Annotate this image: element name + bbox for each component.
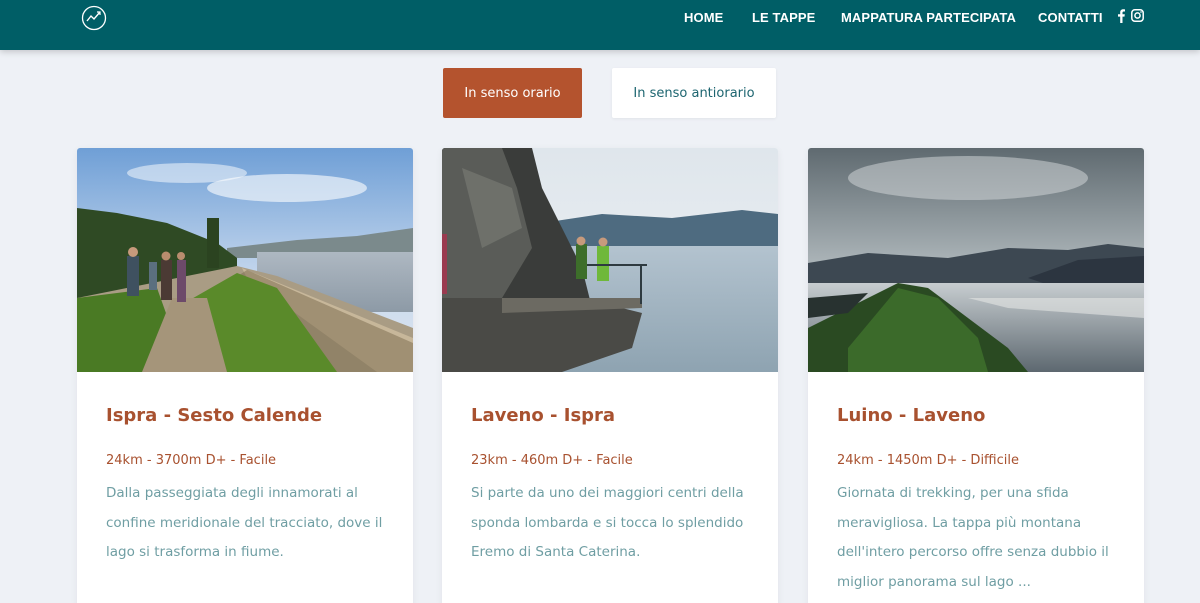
stage-title[interactable]: Ispra - Sesto Calende (106, 405, 322, 426)
facebook-icon[interactable] (1118, 9, 1125, 23)
social-links (1118, 9, 1144, 25)
stage-title[interactable]: Luino - Laveno (837, 405, 985, 426)
top-navigation-bar: HOME LE TAPPE MAPPATURA PARTECIPATA CONT… (0, 0, 1200, 50)
stage-photo (808, 148, 1144, 372)
stage-card[interactable]: Luino - Laveno 24km - 1450m D+ - Diffici… (808, 148, 1144, 603)
stage-meta: 23km - 460m D+ - Facile (471, 453, 633, 468)
stage-meta: 24km - 3700m D+ - Facile (106, 453, 277, 468)
stage-card[interactable]: Laveno - Ispra 23km - 460m D+ - Facile S… (442, 148, 778, 603)
nav-home[interactable]: HOME (684, 10, 723, 25)
nav-contatti[interactable]: CONTATTI (1038, 10, 1103, 25)
stage-photo (77, 148, 413, 372)
stage-title[interactable]: Laveno - Ispra (471, 405, 615, 426)
stage-meta: 24km - 1450m D+ - Difficile (837, 453, 1019, 468)
instagram-icon[interactable] (1131, 9, 1144, 22)
stage-photo (442, 148, 778, 372)
counterclockwise-button[interactable]: In senso antiorario (612, 68, 776, 118)
stage-description: Giornata di trekking, per una sfida mera… (837, 485, 1109, 590)
clockwise-button[interactable]: In senso orario (443, 68, 582, 118)
stage-description: Dalla passeggiata degli innamorati al co… (106, 485, 383, 560)
stage-card[interactable]: Ispra - Sesto Calende 24km - 3700m D+ - … (77, 148, 413, 603)
nav-le-tappe[interactable]: LE TAPPE (752, 10, 815, 25)
mountain-logo-icon[interactable] (81, 5, 107, 31)
stage-description: Si parte da uno dei maggiori centri dell… (471, 485, 744, 560)
nav-mappatura-partecipata[interactable]: MAPPATURA PARTECIPATA (841, 10, 1016, 25)
